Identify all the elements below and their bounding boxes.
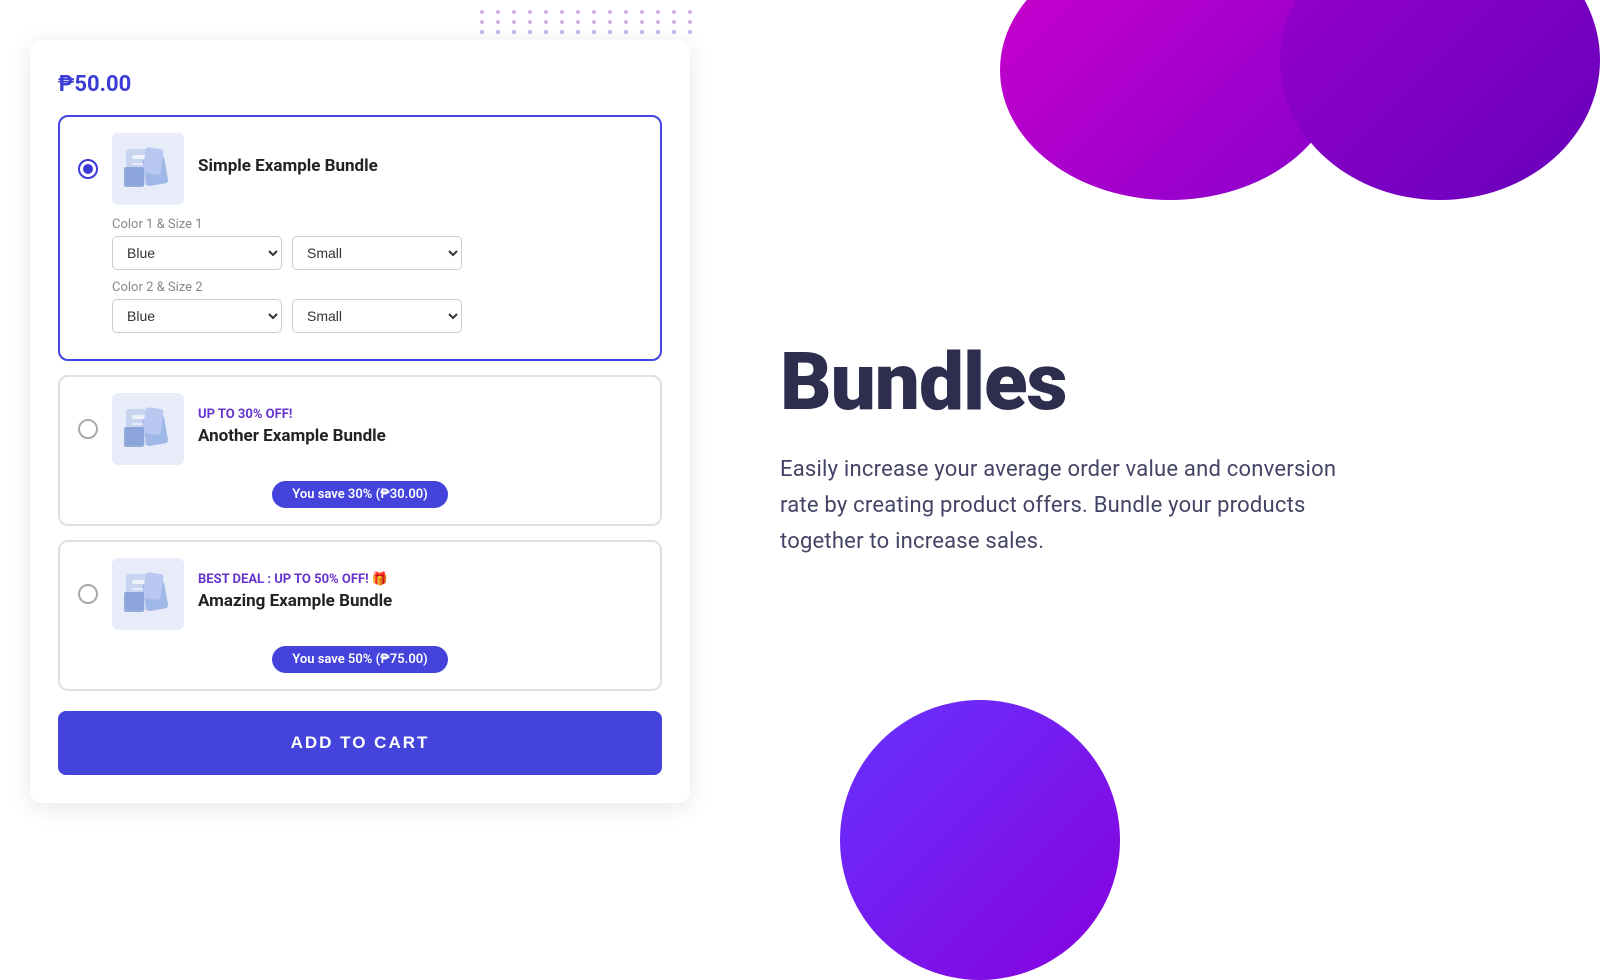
bundle-product-img-3	[112, 558, 184, 630]
bundle-1-selects: Color 1 & Size 1 Blue Red Green Small Me…	[112, 217, 642, 343]
right-panel: Bundles Easily increase your average ord…	[720, 0, 1600, 900]
color2-select[interactable]: Blue Red Green	[112, 299, 282, 333]
size2-select[interactable]: Small Medium Large	[292, 299, 462, 333]
color1-size1-row: Blue Red Green Small Medium Large	[112, 236, 642, 270]
bundle-2-info: UP TO 30% OFF! Another Example Bundle	[198, 407, 642, 452]
select-group-color1-size1: Color 1 & Size 1 Blue Red Green Small Me…	[112, 217, 642, 270]
bundle-radio-2[interactable]	[78, 419, 98, 439]
bundle-option-2-header: UP TO 30% OFF! Another Example Bundle	[78, 393, 642, 465]
price-tag: ₱50.00	[58, 72, 662, 97]
bundle-3-discount: BEST DEAL : UP TO 50% OFF! 🎁	[198, 572, 642, 587]
bundle-1-title: Simple Example Bundle	[198, 156, 642, 176]
bundle-option-2[interactable]: UP TO 30% OFF! Another Example Bundle Yo…	[58, 375, 662, 526]
bundle-1-info: Simple Example Bundle	[198, 156, 642, 182]
bundle-option-1-header: Simple Example Bundle	[78, 133, 642, 205]
bundle-option-1[interactable]: Simple Example Bundle Color 1 & Size 1 B…	[58, 115, 662, 361]
bundles-description: Easily increase your average order value…	[780, 452, 1340, 561]
color1-size1-label: Color 1 & Size 1	[112, 217, 642, 232]
color1-select[interactable]: Blue Red Green	[112, 236, 282, 270]
bundle-option-3[interactable]: BEST DEAL : UP TO 50% OFF! 🎁 Amazing Exa…	[58, 540, 662, 691]
color2-size2-row: Blue Red Green Small Medium Large	[112, 299, 642, 333]
add-to-cart-button[interactable]: ADD TO CART	[58, 711, 662, 775]
bundle-2-savings: You save 30% (₱30.00)	[272, 481, 447, 508]
bundle-3-title: Amazing Example Bundle	[198, 591, 642, 611]
bundles-heading: Bundles	[780, 340, 1520, 424]
bundle-2-title: Another Example Bundle	[198, 426, 642, 446]
bundle-2-bottom: You save 30% (₱30.00)	[78, 471, 642, 508]
size1-select[interactable]: Small Medium Large	[292, 236, 462, 270]
bundle-3-bottom: You save 50% (₱75.00)	[78, 636, 642, 673]
page-layout: ₱50.00	[0, 0, 1600, 900]
product-card: ₱50.00	[30, 40, 690, 803]
bundle-option-3-header: BEST DEAL : UP TO 50% OFF! 🎁 Amazing Exa…	[78, 558, 642, 630]
bundle-radio-3[interactable]	[78, 584, 98, 604]
bundle-radio-1[interactable]	[78, 159, 98, 179]
color2-size2-label: Color 2 & Size 2	[112, 280, 642, 295]
bundle-3-savings: You save 50% (₱75.00)	[272, 646, 447, 673]
bundle-product-img-1	[112, 133, 184, 205]
bundle-product-img-2	[112, 393, 184, 465]
bundle-3-info: BEST DEAL : UP TO 50% OFF! 🎁 Amazing Exa…	[198, 572, 642, 617]
bundle-2-discount: UP TO 30% OFF!	[198, 407, 642, 422]
select-group-color2-size2: Color 2 & Size 2 Blue Red Green Small Me…	[112, 280, 642, 333]
left-panel: ₱50.00	[0, 0, 720, 900]
